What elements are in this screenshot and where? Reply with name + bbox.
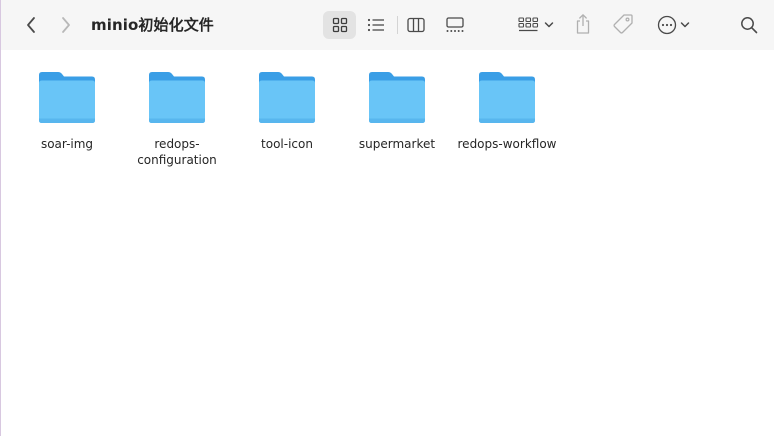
folder-label: soar-img (40, 137, 94, 151)
file-grid: soar-img redops-configuration tool-icon (1, 50, 774, 436)
folder-icon (39, 72, 95, 123)
tag-icon (613, 14, 633, 34)
list-view-icon (367, 18, 384, 32)
group-by-button[interactable] (515, 11, 557, 39)
folder-item[interactable]: soar-img (12, 70, 122, 152)
toolbar: minio初始化文件 (1, 0, 774, 50)
folder-label: redops-configuration (137, 137, 217, 167)
folder-label: redops-workflow (457, 137, 557, 151)
tag-button[interactable] (610, 10, 636, 38)
share-button[interactable] (571, 10, 595, 38)
search-icon (741, 17, 758, 34)
search-button[interactable] (737, 11, 761, 39)
more-actions-button[interactable] (653, 11, 693, 39)
column-view-button[interactable] (404, 11, 428, 39)
folder-item[interactable]: tool-icon (232, 70, 342, 152)
column-view-icon (407, 17, 425, 33)
folder-icon (369, 72, 425, 123)
share-icon (576, 14, 590, 34)
group-by-icon (518, 17, 539, 32)
folder-item[interactable]: supermarket (342, 70, 452, 152)
folder-label: supermarket (358, 137, 436, 151)
forward-button[interactable] (54, 11, 78, 39)
finder-window: minio初始化文件 soar-img redops-configuration… (0, 0, 774, 436)
back-button[interactable] (19, 11, 43, 39)
chevron-down-icon (680, 22, 689, 28)
icon-grid-view-icon (332, 17, 347, 33)
chevron-right-icon (62, 17, 70, 33)
toolbar-divider (397, 16, 398, 34)
chevron-left-icon (27, 17, 35, 33)
gallery-view-icon (446, 17, 464, 32)
folder-item[interactable]: redops-workflow (452, 70, 562, 152)
chevron-down-icon (544, 22, 554, 28)
icon-view-button[interactable] (323, 11, 356, 39)
folder-item[interactable]: redops-configuration (122, 70, 232, 168)
folder-icon (259, 72, 315, 123)
folder-icon (479, 72, 535, 123)
window-title: minio初始化文件 (91, 16, 214, 34)
ellipsis-circle-icon (657, 15, 676, 35)
gallery-view-button[interactable] (443, 11, 467, 39)
list-view-button[interactable] (364, 11, 388, 39)
folder-icon (149, 72, 205, 123)
folder-label: tool-icon (261, 137, 313, 151)
